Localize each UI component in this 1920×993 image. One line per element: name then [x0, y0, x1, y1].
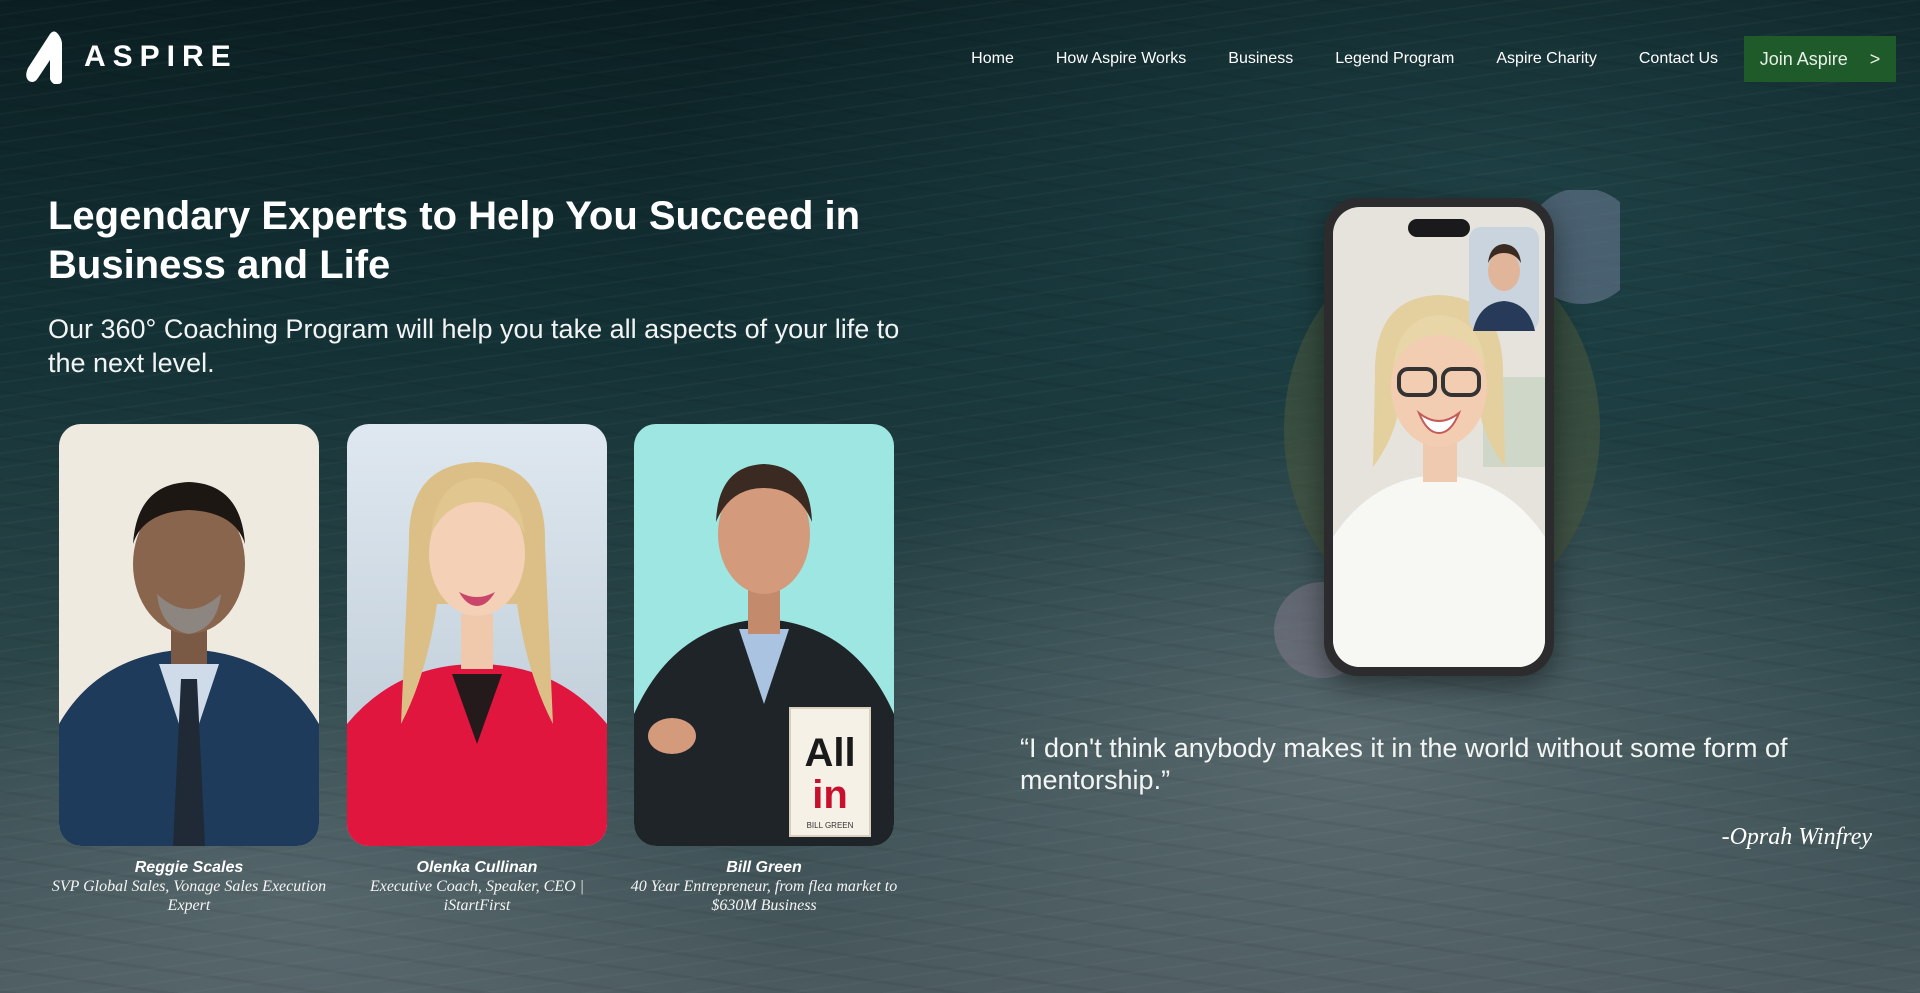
portrait-image: All in BILL GREEN [634, 424, 894, 846]
quote-text: “I don't think anybody makes it in the w… [1020, 733, 1788, 795]
expert-caption-olenka-cullinan: Olenka Cullinan Executive Coach, Speaker… [337, 858, 617, 915]
nav-how-aspire-works[interactable]: How Aspire Works [1056, 50, 1186, 68]
expert-role: 40 Year Entrepreneur, from flea market t… [630, 878, 898, 914]
expert-photo-reggie-scales[interactable] [59, 424, 319, 846]
nav-home[interactable]: Home [971, 50, 1014, 68]
site-header: ASPIRE Home How Aspire Works Business Le… [0, 0, 1920, 110]
nav-contact-us[interactable]: Contact Us [1639, 50, 1718, 68]
expert-name: Reggie Scales [134, 859, 244, 876]
expert-name: Bill Green [726, 859, 802, 876]
portrait-image [347, 424, 607, 846]
expert-caption-reggie-scales: Reggie Scales SVP Global Sales, Vonage S… [49, 858, 329, 915]
phone-mockup [1270, 190, 1620, 690]
nav-business[interactable]: Business [1228, 50, 1293, 68]
nav-aspire-charity[interactable]: Aspire Charity [1496, 50, 1596, 68]
expert-role: Executive Coach, Speaker, CEO | iStartFi… [369, 878, 585, 914]
logo[interactable]: ASPIRE [24, 30, 238, 84]
main-nav: Home How Aspire Works Business Legend Pr… [971, 36, 1896, 82]
hero-title: Legendary Experts to Help You Succeed in… [48, 194, 861, 287]
logo-text: ASPIRE [84, 40, 238, 73]
expert-photo-bill-green[interactable]: All in BILL GREEN [634, 424, 894, 846]
join-aspire-button[interactable]: Join Aspire > [1744, 36, 1896, 82]
book-title-line1: All [804, 731, 855, 775]
aspire-a-mark-icon [26, 31, 62, 84]
book-title-line2: in [812, 773, 848, 817]
expert-role: SVP Global Sales, Vonage Sales Execution… [51, 878, 327, 914]
expert-caption-bill-green: Bill Green 40 Year Entrepreneur, from fl… [624, 858, 904, 915]
video-call-screen [1333, 207, 1545, 667]
nav-legend-program[interactable]: Legend Program [1335, 50, 1454, 68]
video-call-image [1333, 207, 1545, 667]
portrait-image [59, 424, 319, 846]
chevron-right-icon: > [1869, 48, 1881, 69]
quote-author: -Oprah Winfrey [1721, 824, 1872, 850]
hero-subtitle: Our 360° Coaching Program will help you … [48, 314, 900, 378]
expert-name: Olenka Cullinan [416, 859, 538, 876]
join-aspire-label: Join Aspire [1759, 48, 1848, 69]
book-author: BILL GREEN [807, 821, 854, 830]
phone-notch [1408, 219, 1470, 237]
phone-frame [1324, 198, 1554, 676]
expert-photo-olenka-cullinan[interactable] [347, 424, 607, 846]
